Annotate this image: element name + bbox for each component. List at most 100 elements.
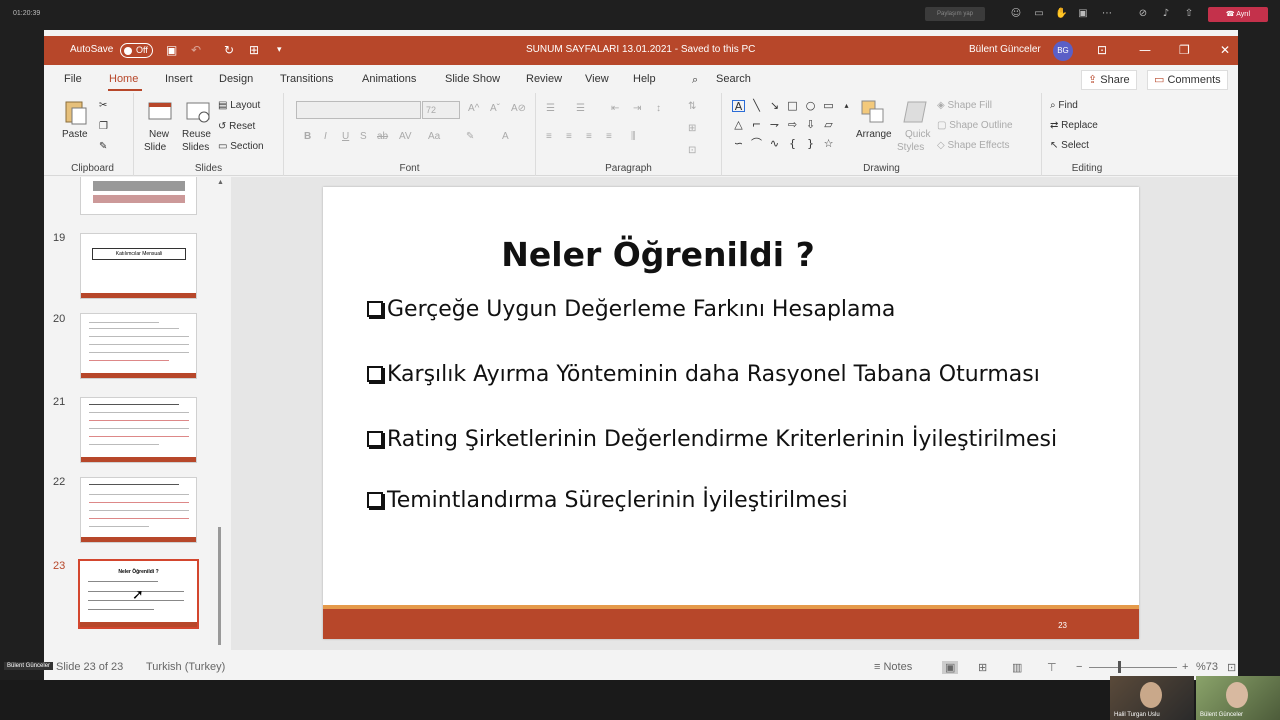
reuse-slides-label-2[interactable]: Slides <box>182 142 209 153</box>
save-icon[interactable]: ▣ <box>166 43 177 57</box>
present-icon[interactable]: ⊞ <box>249 43 259 57</box>
notes-button[interactable]: ≡ Notes <box>874 661 912 673</box>
paste-button[interactable]: Paste <box>62 129 88 140</box>
slide-sorter-icon[interactable]: ⊞ <box>978 661 987 674</box>
tab-animations[interactable]: Animations <box>362 73 416 85</box>
slideshow-view-icon[interactable]: ⊤ <box>1047 661 1057 674</box>
scroll-up-icon[interactable]: ▲ <box>217 179 224 186</box>
thumbnail-18[interactable] <box>80 177 197 215</box>
rounded-rect-shape-icon[interactable]: ▭ <box>822 100 835 112</box>
normal-view-icon[interactable]: ▣ <box>942 661 959 674</box>
zoom-in-icon[interactable]: + <box>1182 661 1188 673</box>
tab-insert[interactable]: Insert <box>165 73 193 85</box>
fit-slide-icon[interactable]: ⊡ <box>1227 661 1236 674</box>
zoom-level[interactable]: %73 <box>1196 661 1218 673</box>
textbox-shape-icon[interactable]: A <box>732 100 745 113</box>
close-icon[interactable]: ✕ <box>1220 43 1230 57</box>
brace-left-shape-icon[interactable]: { <box>786 138 799 150</box>
cut-icon[interactable]: ✂ <box>99 100 107 111</box>
reuse-slides-icon[interactable] <box>184 98 212 126</box>
align-text-icon[interactable]: ⊞ <box>688 123 696 134</box>
thumbnail-23-selected[interactable]: Neler Öğrenildi ? ➚ <box>78 559 199 629</box>
copy-icon[interactable]: ❐ <box>99 121 108 132</box>
restore-icon[interactable]: ❐ <box>1179 43 1190 57</box>
reading-view-icon[interactable]: ▥ <box>1012 661 1022 674</box>
new-slide-icon[interactable] <box>146 98 174 126</box>
highlight-icon[interactable]: ✎ <box>466 131 474 142</box>
tab-help[interactable]: Help <box>633 73 656 85</box>
curve-shape-icon[interactable]: ∽ <box>732 138 745 150</box>
columns-icon[interactable]: ⫼ <box>631 131 636 142</box>
layout-button[interactable]: ▤ Layout <box>218 100 260 111</box>
paste-icon[interactable] <box>62 98 90 126</box>
align-left-icon[interactable]: ≡ <box>546 131 552 142</box>
avatar[interactable]: BG <box>1053 41 1073 61</box>
smartart-icon[interactable]: ⊡ <box>688 145 696 156</box>
tab-home[interactable]: Home <box>109 73 138 85</box>
new-slide-label[interactable]: New <box>149 129 169 140</box>
shrink-font-icon[interactable]: Aˇ <box>490 103 500 114</box>
thumbnail-19[interactable]: Katılımcılar Mensuali <box>80 233 197 299</box>
justify-icon[interactable]: ≡ <box>606 131 612 142</box>
zoom-slider-thumb[interactable] <box>1118 661 1121 673</box>
user-name[interactable]: Bülent Günceler <box>969 44 1041 55</box>
slide-bullet[interactable]: Rating Şirketlerinin Değerlendirme Krite… <box>367 427 1057 452</box>
shape-effects-button[interactable]: ◇ Shape Effects <box>937 140 1010 151</box>
arc-shape-icon[interactable]: ⌒ <box>750 138 763 150</box>
arrange-label[interactable]: Arrange <box>856 129 892 140</box>
replace-button[interactable]: ⇄ Replace <box>1050 120 1098 131</box>
zoom-slider[interactable] <box>1089 667 1177 668</box>
section-button[interactable]: ▭ Section <box>218 141 264 152</box>
rectangle-shape-icon[interactable]: □ <box>786 100 799 112</box>
right-arrow-shape-icon[interactable]: ⇨ <box>786 119 799 131</box>
raise-hand-icon[interactable]: ✋ <box>1055 8 1067 20</box>
rooms-icon[interactable]: ▣ <box>1077 8 1089 20</box>
callout-shape-icon[interactable]: ▱ <box>822 119 835 131</box>
clear-format-icon[interactable]: A⊘ <box>511 103 526 114</box>
share-screen-icon[interactable]: ⇧ <box>1183 8 1195 20</box>
italic-icon[interactable]: I <box>324 131 327 142</box>
font-color-icon[interactable]: A <box>502 131 509 142</box>
triangle-shape-icon[interactable]: △ <box>732 119 745 131</box>
reuse-slides-label[interactable]: Reuse <box>182 129 211 140</box>
mic-icon[interactable]: ♪ <box>1160 8 1172 20</box>
quick-styles-label-2[interactable]: Styles <box>897 142 924 153</box>
shape-outline-button[interactable]: ▢ Shape Outline <box>937 120 1013 131</box>
strikethrough-icon[interactable]: ab <box>377 131 388 142</box>
format-painter-icon[interactable]: ✎ <box>99 141 107 152</box>
line-spacing-icon[interactable]: ↕ <box>656 103 661 114</box>
spacing-icon[interactable]: AV <box>399 131 412 142</box>
undo-icon[interactable]: ↶ <box>191 43 201 57</box>
quick-styles-icon[interactable] <box>902 98 930 126</box>
chat-icon[interactable]: ▭ <box>1033 8 1045 20</box>
customize-toolbar-icon[interactable]: ▾ <box>277 45 282 55</box>
thumbnail-scrollbar[interactable]: ▲ <box>214 177 226 650</box>
meeting-share-button[interactable]: Paylaşım yap <box>925 7 985 21</box>
select-button[interactable]: ↖ Select <box>1050 140 1089 151</box>
arrow-shape-icon[interactable]: ↘ <box>768 100 781 112</box>
share-button[interactable]: ⇪ Share <box>1081 70 1137 90</box>
slide-title[interactable]: Neler Öğrenildi ? <box>323 235 993 274</box>
thumbnail-20[interactable] <box>80 313 197 379</box>
current-slide[interactable]: Neler Öğrenildi ? Gerçeğe Uygun Değerlem… <box>323 187 1139 639</box>
minimize-icon[interactable]: — <box>1139 43 1151 57</box>
shape-fill-button[interactable]: ◈ Shape Fill <box>937 100 992 111</box>
grow-font-icon[interactable]: A^ <box>468 103 479 114</box>
down-arrow-shape-icon[interactable]: ⇩ <box>804 119 817 131</box>
tab-design[interactable]: Design <box>219 73 253 85</box>
bullets-icon[interactable]: ☰ <box>546 103 555 114</box>
font-size-select[interactable]: 72 <box>422 101 460 119</box>
thumbnail-21[interactable] <box>80 397 197 463</box>
slide-bullet[interactable]: Karşılık Ayırma Yönteminin daha Rasyonel… <box>367 362 1040 387</box>
tab-slide-show[interactable]: Slide Show <box>445 73 500 85</box>
search-icon[interactable]: ⌕ <box>692 73 698 87</box>
brace-right-shape-icon[interactable]: } <box>804 138 817 150</box>
tab-view[interactable]: View <box>585 73 609 85</box>
quick-styles-label[interactable]: Quick <box>905 129 931 140</box>
slide-bullet[interactable]: Gerçeğe Uygun Değerleme Farkını Hesaplam… <box>367 297 895 322</box>
tab-transitions[interactable]: Transitions <box>280 73 333 85</box>
freeform-shape-icon[interactable]: ∿ <box>768 138 781 150</box>
zoom-out-icon[interactable]: − <box>1076 661 1082 673</box>
star-shape-icon[interactable]: ☆ <box>822 138 835 150</box>
new-slide-label-2[interactable]: Slide <box>144 142 166 153</box>
